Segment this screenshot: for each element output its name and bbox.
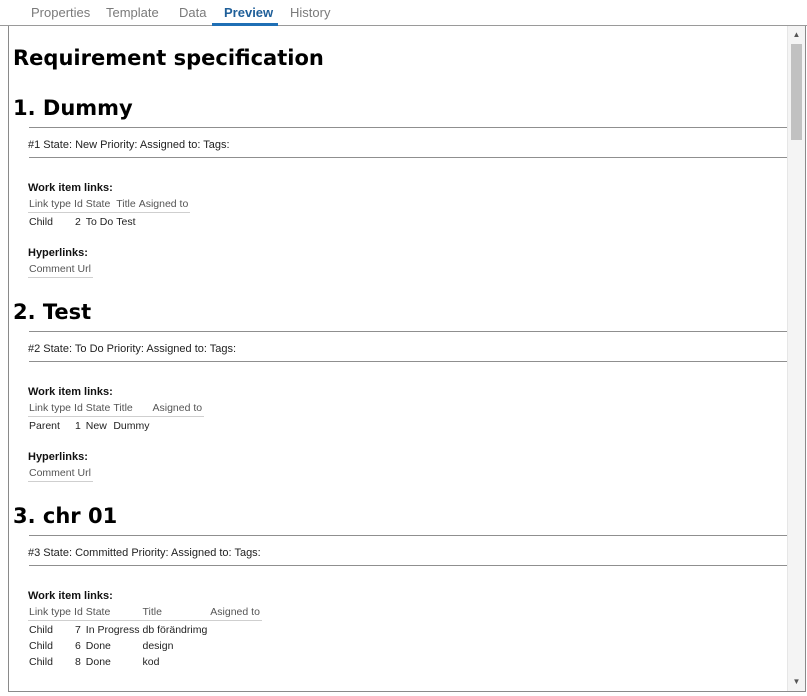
work-item-meta: #2 State: To Do Priority: Assigned to: T… <box>28 343 237 355</box>
tab-data[interactable]: Data <box>179 5 206 20</box>
column-header: State <box>84 196 116 213</box>
tab-bar: Properties Template Data Preview History <box>0 0 807 26</box>
table-row: Child 6 Done design <box>28 637 262 653</box>
link-title-cell: Dummy <box>113 420 150 432</box>
tab-properties[interactable]: Properties <box>31 5 90 20</box>
triangle-down-icon[interactable]: ▼ <box>788 675 805 689</box>
section-heading: 1. Dummy <box>13 96 133 120</box>
link-title-cell: db förändrimg <box>142 624 208 636</box>
link-type-cell: Child <box>29 624 53 636</box>
column-header: Comment <box>28 261 77 278</box>
section-heading: 3. chr 01 <box>13 504 118 528</box>
table-row: Child 2 To Do Test <box>28 213 190 230</box>
link-assigned-cell <box>209 621 262 638</box>
hyperlinks-table: Comment Url <box>28 465 93 482</box>
link-title-cell: kod <box>142 656 160 668</box>
link-state-cell: New <box>85 420 107 432</box>
column-header: Title <box>115 196 138 213</box>
link-title-cell: design <box>142 640 174 652</box>
meta-divider <box>29 565 787 566</box>
preview-frame: Requirement specification 1. Dummy #1 St… <box>8 26 806 692</box>
column-header: Asigned to <box>209 604 262 621</box>
column-header: Link type <box>28 604 74 621</box>
link-type-cell: Child <box>29 640 53 652</box>
tab-history[interactable]: History <box>290 5 330 20</box>
link-assigned-cell <box>209 637 262 653</box>
section-divider <box>29 535 787 536</box>
hyperlinks-label: Hyperlinks: <box>28 451 88 463</box>
column-header: Id <box>73 400 85 417</box>
column-header: Asigned to <box>137 196 191 213</box>
document-title: Requirement specification <box>13 46 324 70</box>
column-header: Title <box>141 604 210 621</box>
work-item-links-label: Work item links: <box>28 386 113 398</box>
column-header: Link type <box>28 196 74 213</box>
link-state-cell: Done <box>85 656 111 668</box>
column-header: Id <box>73 196 85 213</box>
link-state-cell: To Do <box>85 216 114 228</box>
work-item-links-table: Link type Id State Title Asigned to Chil… <box>28 604 262 669</box>
column-header: Title <box>112 400 152 417</box>
work-item-links-table: Link type Id State Title Asigned to Chil… <box>28 196 191 230</box>
column-header: State <box>84 400 113 417</box>
table-row: Child 7 In Progress db förändrimg <box>28 621 262 638</box>
column-header: Comment <box>28 465 77 482</box>
table-row: Child 8 Done kod <box>28 653 262 669</box>
link-id-cell: 8 <box>74 656 81 668</box>
column-header: Url <box>76 465 93 482</box>
meta-divider <box>29 157 787 158</box>
link-type-cell: Parent <box>29 420 60 432</box>
table-row: Parent 1 New Dummy <box>28 417 204 434</box>
hyperlinks-label: Hyperlinks: <box>28 247 88 259</box>
link-id-cell: 1 <box>74 420 81 432</box>
tab-preview[interactable]: Preview <box>224 5 273 20</box>
link-assigned-cell <box>209 653 262 669</box>
link-type-cell: Child <box>29 656 53 668</box>
work-item-links-label: Work item links: <box>28 590 113 602</box>
column-header: State <box>84 604 142 621</box>
meta-divider <box>29 361 787 362</box>
link-state-cell: In Progress <box>85 624 140 636</box>
work-item-meta: #3 State: Committed Priority: Assigned t… <box>28 547 261 559</box>
column-header: Asigned to <box>151 400 205 417</box>
column-header: Link type <box>28 400 74 417</box>
link-type-cell: Child <box>29 216 53 228</box>
link-id-cell: 2 <box>74 216 81 228</box>
link-assigned-cell <box>138 213 191 230</box>
column-header: Id <box>73 604 85 621</box>
work-item-meta: #1 State: New Priority: Assigned to: Tag… <box>28 139 230 151</box>
hyperlinks-table: Comment Url <box>28 261 93 278</box>
link-id-cell: 7 <box>74 624 81 636</box>
link-id-cell: 6 <box>74 640 81 652</box>
scrollbar-thumb[interactable] <box>791 44 802 140</box>
triangle-up-icon[interactable]: ▲ <box>788 28 805 42</box>
work-item-links-label: Work item links: <box>28 182 113 194</box>
link-title-cell: Test <box>116 216 136 228</box>
link-state-cell: Done <box>85 640 111 652</box>
column-header: Url <box>76 261 93 278</box>
preview-document: Requirement specification 1. Dummy #1 St… <box>9 26 787 691</box>
section-heading: 2. Test <box>13 300 92 324</box>
tab-template[interactable]: Template <box>106 5 159 20</box>
vertical-scrollbar[interactable]: ▲ ▼ <box>787 26 805 691</box>
link-assigned-cell <box>152 417 205 434</box>
work-item-links-table: Link type Id State Title Asigned to Pare… <box>28 400 205 434</box>
section-divider <box>29 127 787 128</box>
section-divider <box>29 331 787 332</box>
